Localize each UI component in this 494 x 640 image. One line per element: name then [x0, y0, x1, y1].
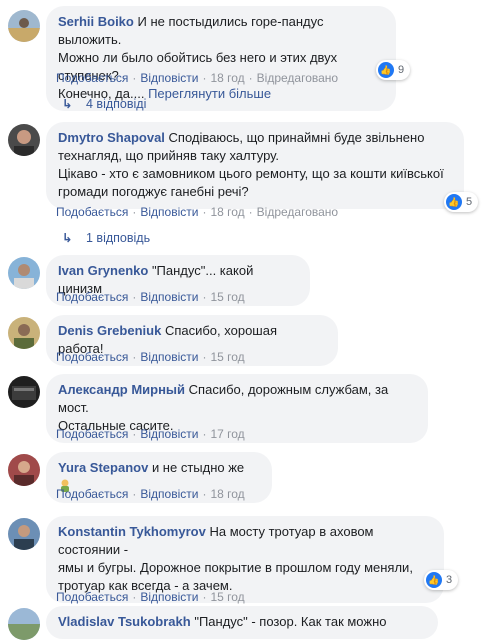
comment-author[interactable]: Konstantin Tykhomyrov: [58, 524, 206, 539]
timestamp[interactable]: 15 год: [210, 350, 244, 364]
thumbs-up-icon: 👍: [426, 572, 442, 588]
avatar[interactable]: [8, 608, 40, 640]
like-button[interactable]: Подобається: [56, 205, 128, 219]
comment-author[interactable]: Александр Мирный: [58, 382, 185, 397]
comment-author[interactable]: Dmytro Shapoval: [58, 130, 165, 145]
timestamp[interactable]: 15 год: [210, 590, 244, 604]
comment-text: "Пандус" - позор. Как так можно: [194, 614, 387, 629]
comment-text: громади погоджує ганебні речі?: [58, 184, 249, 199]
timestamp[interactable]: 18 год: [210, 487, 244, 501]
comment-text: Сподіваюсь, що принаймні буде звільнено: [168, 130, 425, 145]
comment-author[interactable]: Ivan Grynenko: [58, 263, 148, 278]
timestamp[interactable]: 18 год: [210, 71, 244, 85]
thumbs-up-icon: 👍: [446, 194, 462, 210]
comment-actions: Подобається · Відповісти · 15 год: [56, 350, 245, 364]
comment-bubble: Dmytro Shapoval Сподіваюсь, що принаймні…: [46, 122, 464, 209]
reply-button[interactable]: Відповісти: [140, 71, 198, 85]
reply-button[interactable]: Відповісти: [140, 350, 198, 364]
comment-author[interactable]: Serhii Boiko: [58, 14, 134, 29]
avatar[interactable]: [8, 10, 40, 42]
comment-actions: Подобається · Відповісти · 18 год · Відредагов…: [56, 205, 339, 219]
comment-text: технагляд, що прийняв таку халтуру.: [58, 148, 279, 163]
view-replies-link[interactable]: ↳ 4 відповіді: [62, 96, 146, 111]
comment-text: ямы и бугры. Дорожное покрытие в прошлом…: [58, 560, 413, 575]
reply-button[interactable]: Відповісти: [140, 590, 198, 604]
edited-label[interactable]: Відредаговано: [257, 205, 338, 219]
comment-actions: Подобається · Відповісти · 17 год: [56, 427, 245, 441]
thumbs-up-icon: 👍: [378, 62, 394, 78]
comment-bubble: Vladislav Tsukobrakh "Пандус" - позор. К…: [46, 606, 438, 639]
avatar[interactable]: [8, 518, 40, 550]
reaction-count[interactable]: 👍 9: [376, 60, 411, 80]
avatar[interactable]: [8, 454, 40, 486]
like-button[interactable]: Подобається: [56, 290, 128, 304]
view-replies-link[interactable]: ↳ 1 відповідь: [62, 230, 150, 245]
reply-arrow-icon: ↳: [62, 231, 73, 245]
comment-actions: Подобається · Відповісти · 18 год: [56, 487, 245, 501]
reply-arrow-icon: ↳: [62, 97, 73, 111]
see-more-link[interactable]: Переглянути більше: [148, 86, 271, 101]
timestamp[interactable]: 17 год: [210, 427, 244, 441]
avatar[interactable]: [8, 376, 40, 408]
comment-actions: Подобається · Відповісти · 15 год: [56, 290, 245, 304]
timestamp[interactable]: 15 год: [210, 290, 244, 304]
like-button[interactable]: Подобається: [56, 487, 128, 501]
like-button[interactable]: Подобається: [56, 590, 128, 604]
like-button[interactable]: Подобається: [56, 427, 128, 441]
timestamp[interactable]: 18 год: [210, 205, 244, 219]
reply-button[interactable]: Відповісти: [140, 427, 198, 441]
like-button[interactable]: Подобається: [56, 71, 128, 85]
avatar[interactable]: [8, 124, 40, 156]
reply-button[interactable]: Відповісти: [140, 290, 198, 304]
reply-button[interactable]: Відповісти: [140, 205, 198, 219]
reaction-count[interactable]: 👍 5: [444, 192, 479, 212]
comment-author[interactable]: Yura Stepanov: [58, 460, 148, 475]
edited-label[interactable]: Відредаговано: [257, 71, 338, 85]
comment-text: Цікаво - хто є замовником цього ремонту,…: [58, 166, 444, 181]
reaction-count[interactable]: 👍 3: [424, 570, 459, 590]
avatar[interactable]: [8, 257, 40, 289]
comment-actions: Подобається · Відповісти · 18 год · Відредагов…: [56, 71, 339, 85]
comment-author[interactable]: Denis Grebeniuk: [58, 323, 161, 338]
reply-button[interactable]: Відповісти: [140, 487, 198, 501]
comment-actions: Подобається · Відповісти · 15 год: [56, 590, 245, 604]
avatar[interactable]: [8, 317, 40, 349]
comment-text: и не стыдно же: [151, 460, 245, 475]
comment-author[interactable]: Vladislav Tsukobrakh: [58, 614, 191, 629]
like-button[interactable]: Подобається: [56, 350, 128, 364]
